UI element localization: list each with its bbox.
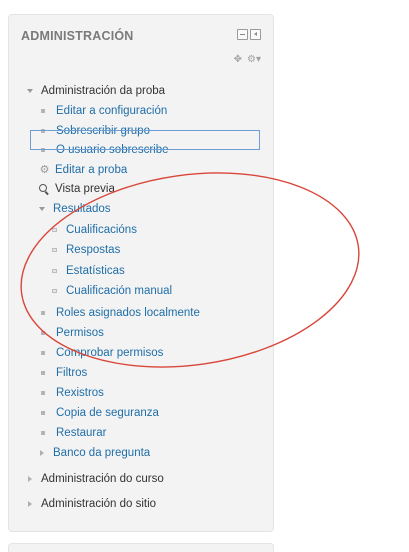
tree-item-backup[interactable]: Copia de seguranza (9, 403, 159, 423)
tree-item-quiz-admin[interactable]: Administración da proba (9, 81, 165, 101)
tree-item-label[interactable]: Comprobar permisos (56, 343, 163, 363)
tree-item-responses[interactable]: Respostas (9, 240, 120, 260)
tree-item-statistics[interactable]: Estatísticas (9, 261, 125, 281)
tree-item-label: Administración do curso (41, 473, 164, 485)
tree-item-label[interactable]: O usuario sobrescribe (56, 140, 169, 160)
tree-item-restore[interactable]: Restaurar (9, 423, 107, 443)
tree-item-label[interactable]: Editar a proba (55, 160, 127, 180)
tree-item-grades[interactable]: Cualificacións (9, 220, 137, 240)
tree-item-label[interactable]: Cualificación manual (66, 281, 172, 301)
bullet-icon (41, 109, 45, 113)
settings-menu-icon[interactable]: ⚙▾ (247, 54, 261, 65)
dock-block-icon[interactable] (250, 29, 261, 40)
tree-item-course-admin[interactable]: Administración do curso (9, 469, 164, 489)
block-title: ADMINISTRACIÓN (21, 29, 134, 43)
collapsed-arrow-icon (28, 476, 32, 482)
tree-item-manual-grading[interactable]: Cualificación manual (9, 281, 172, 301)
bullet-icon (41, 351, 45, 355)
move-icon[interactable]: ✥ (234, 54, 242, 65)
sub-bullet-icon (52, 228, 57, 232)
bullet-icon (41, 129, 45, 133)
sub-bullet-icon (52, 289, 57, 293)
tree-item-question-bank[interactable]: Banco da pregunta (9, 443, 150, 463)
tree-item-label[interactable]: Restaurar (56, 423, 107, 443)
magnifier-icon (39, 183, 50, 195)
bullet-icon (41, 431, 45, 435)
bullet-icon (41, 148, 45, 152)
administration-block: ADMINISTRACIÓN ✥ ⚙▾ Administración da pr… (8, 14, 274, 532)
expanded-arrow-icon (27, 89, 33, 93)
expanded-arrow-icon (39, 207, 45, 211)
tree-item-label: Administración da proba (41, 85, 166, 97)
tree-item-permissions[interactable]: Permisos (9, 323, 104, 343)
collapse-block-icon[interactable] (237, 29, 248, 40)
tree-item-label[interactable]: Estatísticas (66, 261, 125, 281)
block-title-controls (237, 29, 261, 40)
bullet-icon (41, 331, 45, 335)
tree-item-edit-quiz[interactable]: ⚙ Editar a proba (9, 160, 128, 180)
tree-item-label[interactable]: Permisos (56, 323, 104, 343)
tree-item-label[interactable]: Banco da pregunta (53, 443, 150, 463)
tree-item-site-admin[interactable]: Administración do sitio (9, 494, 156, 514)
tree-item-label[interactable]: Roles asignados localmente (56, 303, 200, 323)
sub-bullet-icon (52, 248, 57, 252)
collapsed-arrow-icon (40, 450, 44, 456)
tree-item-label[interactable]: Sobrescribir grupo (56, 121, 150, 141)
bullet-icon (41, 371, 45, 375)
tree-item-label: Vista previa (55, 183, 115, 195)
sub-bullet-icon (52, 269, 57, 273)
tree-item-preview[interactable]: Vista previa (9, 179, 115, 199)
tree-item-group-overrides[interactable]: Sobrescribir grupo (9, 121, 150, 141)
tree-item-check-permissions[interactable]: Comprobar permisos (9, 343, 163, 363)
bullet-icon (41, 311, 45, 315)
tree-item-logs[interactable]: Rexistros (9, 383, 104, 403)
tree-item-label: Administración do sitio (41, 498, 157, 510)
tree-item-results[interactable]: Resultados (9, 199, 111, 219)
gear-icon: ⚙ (39, 163, 50, 176)
bullet-icon (41, 411, 45, 415)
tree-item-edit-settings[interactable]: Editar a configuración (9, 101, 167, 121)
block-edit-controls: ✥ ⚙▾ (234, 54, 261, 65)
tree-item-user-overrides[interactable]: O usuario sobrescribe (9, 140, 169, 160)
tree-item-label[interactable]: Copia de seguranza (56, 403, 159, 423)
tree-item-label[interactable]: Rexistros (56, 383, 104, 403)
tree-item-label[interactable]: Respostas (66, 240, 120, 260)
bullet-icon (41, 391, 45, 395)
tree-item-filters[interactable]: Filtros (9, 363, 87, 383)
tree-item-label[interactable]: Filtros (56, 363, 87, 383)
tree-item-local-roles[interactable]: Roles asignados localmente (9, 303, 200, 323)
collapsed-arrow-icon (28, 501, 32, 507)
tree-item-label[interactable]: Resultados (53, 199, 111, 219)
next-block-top (8, 543, 274, 552)
tree-item-label[interactable]: Editar a configuración (56, 101, 167, 121)
tree-item-label[interactable]: Cualificacións (66, 220, 137, 240)
